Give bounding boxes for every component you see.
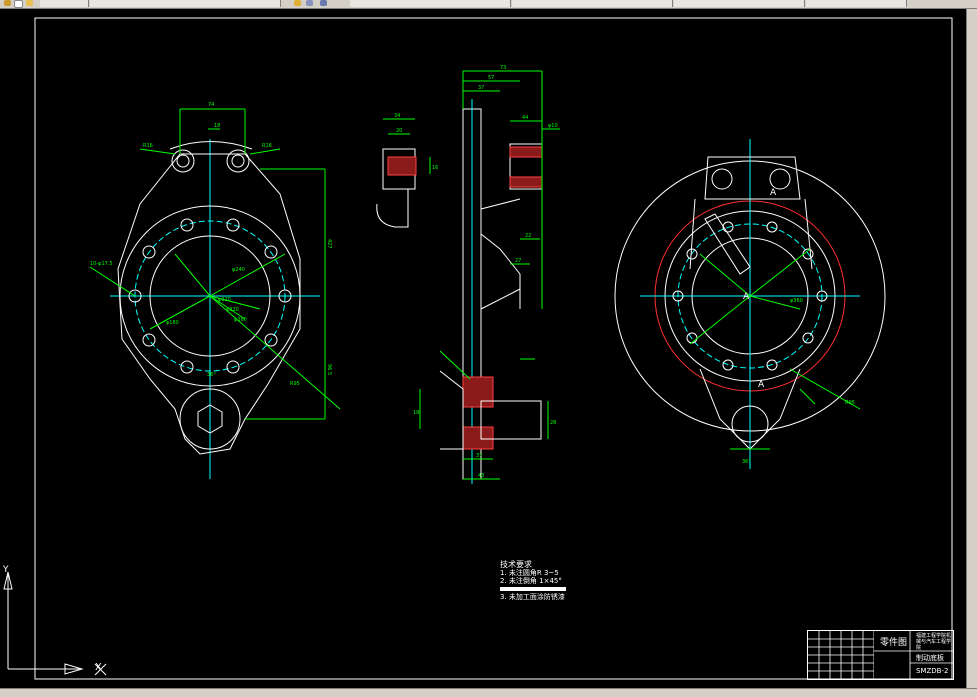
toolbar-segment-6[interactable]: [806, 0, 907, 7]
right-lug-left: [711, 168, 733, 190]
toolbar-segment-5[interactable]: [674, 0, 805, 7]
side-dim-18: 18: [413, 410, 419, 416]
side-lower-hatch-1: [462, 376, 494, 408]
notes-line-1: 1. 未注圆角R 3~5: [500, 569, 559, 577]
side-dim-w1: 34: [394, 113, 400, 119]
front-lug-left: [171, 149, 195, 173]
layer-icon[interactable]: [320, 0, 327, 6]
right-section-label-a3: A: [758, 380, 765, 390]
title-block: 零件图 福建工程学院机械与汽车工程学院 制动底板 SMZDB-2: [807, 630, 954, 680]
technical-notes: 技术要求 1. 未注圆角R 3~5 2. 未注倒角 1×45° 3. 未加工面涂…: [500, 561, 566, 601]
side-dim-h1: 16: [432, 165, 438, 171]
right-dim-phi: φ360: [790, 298, 803, 304]
drawing-frame: [34, 17, 953, 680]
side-dim-w2: 20: [396, 128, 402, 134]
front-lug-right: [226, 149, 250, 173]
front-dim-d3: φ180: [166, 320, 179, 326]
new-file-icon[interactable]: [14, 0, 23, 8]
side-view: 73 57 37 34 20 16 φ10 44 22 27 37 43 18 …: [376, 65, 560, 484]
right-section-label-a1: A: [770, 188, 777, 198]
front-dim-side: R95: [290, 381, 300, 387]
side-lower-hatch-2: [462, 426, 494, 450]
front-dim-d2: φ320: [226, 307, 239, 313]
side-detail-hook: [376, 189, 409, 228]
school-name: 福建工程学院机械与汽车工程学院: [916, 633, 952, 651]
side-dim-sub1: 57: [488, 75, 494, 81]
part-group: 制动底板: [916, 654, 944, 662]
side-dim-top: 73: [500, 65, 506, 71]
toolbar-segment-3[interactable]: [350, 0, 511, 7]
front-dim-d1: φ240: [232, 267, 245, 273]
side-dim-sub2: 37: [478, 85, 484, 91]
front-dim-d4: φ360: [234, 317, 247, 323]
front-lug-left-hole: [176, 154, 190, 168]
right-lug-plate: [704, 156, 801, 200]
front-dim-top-width: 74: [208, 102, 214, 108]
side-lower-contour: [439, 370, 464, 450]
notes-line-2: 2. 未注倒角 1×45°: [500, 577, 562, 585]
front-lug-right-hole: [231, 154, 245, 168]
vertical-scrollbar[interactable]: [966, 9, 977, 688]
side-dim-bottom-37: 37: [476, 453, 482, 459]
front-dim-angle: 36°: [207, 372, 216, 378]
side-detail-hatch: [387, 156, 417, 176]
properties-icon[interactable]: [294, 0, 301, 6]
side-flange-contour: [480, 233, 521, 309]
front-dim-top-sub: 18: [214, 123, 220, 129]
ucs-y-label: Y: [3, 565, 9, 575]
toolbar: [0, 0, 977, 9]
side-dim-27: 27: [515, 258, 521, 264]
notes-line-4: 3. 未加工面涂防锈漆: [500, 593, 565, 601]
side-dim-22: 22: [525, 233, 531, 239]
front-dim-height-lower: 96.5: [326, 364, 332, 375]
side-flange-mid: [480, 288, 521, 310]
right-dimensions: [689, 248, 861, 450]
side-dim-bottom-43: 43: [478, 473, 484, 479]
ucs-x-label: X: [95, 662, 102, 673]
right-dim-r: R95: [845, 400, 855, 406]
side-upper-hatch-2: [509, 176, 543, 188]
front-dim-bolt-circle: φ320: [218, 297, 231, 303]
notes-title: 技术要求: [500, 560, 532, 569]
right-section-label-a2: A: [743, 292, 750, 302]
right-view: A A A 36° R95 φ360: [614, 139, 886, 469]
drawing-canvas[interactable]: 74 18 R16 R16 427 96.5 φ320 10-φ17.5 φ24…: [0, 9, 966, 688]
front-dim-radius-tr: R16: [262, 143, 272, 149]
ucs-icon: [3, 571, 107, 676]
side-flange-top: [480, 198, 521, 210]
cad-drawing: 74 18 R16 R16 427 96.5 φ320 10-φ17.5 φ24…: [3, 17, 953, 680]
notes-highlight-bar: [500, 587, 566, 591]
toolbar-segment-2[interactable]: [90, 0, 281, 7]
right-slot: [704, 213, 751, 275]
toolbar-segment-1[interactable]: [40, 0, 89, 7]
front-view: 74 18 R16 R16 427 96.5 φ320 10-φ17.5 φ24…: [89, 102, 341, 479]
side-upper-hatch-1: [509, 146, 543, 158]
side-dim-phi: φ10: [548, 123, 558, 129]
side-dim-44: 44: [522, 115, 528, 121]
right-dim-angle: 36°: [742, 459, 751, 465]
open-file-icon[interactable]: [26, 0, 33, 6]
title-block-grid: [808, 631, 874, 679]
right-lug-right: [769, 168, 791, 190]
side-dim-28: 28: [550, 420, 556, 426]
front-dim-holes: 10-φ17.5: [90, 261, 113, 267]
app-icon[interactable]: [4, 0, 11, 6]
front-dim-height: 427: [326, 239, 332, 249]
toolbar-segment-4[interactable]: [512, 0, 673, 7]
drawing-code: SMZDB-2: [916, 667, 949, 675]
front-outline: [117, 153, 301, 455]
front-lug-arc: [169, 141, 253, 150]
front-dim-radius-tl: R16: [143, 143, 153, 149]
part-name: 零件图: [880, 638, 908, 648]
match-properties-icon[interactable]: [306, 0, 313, 6]
